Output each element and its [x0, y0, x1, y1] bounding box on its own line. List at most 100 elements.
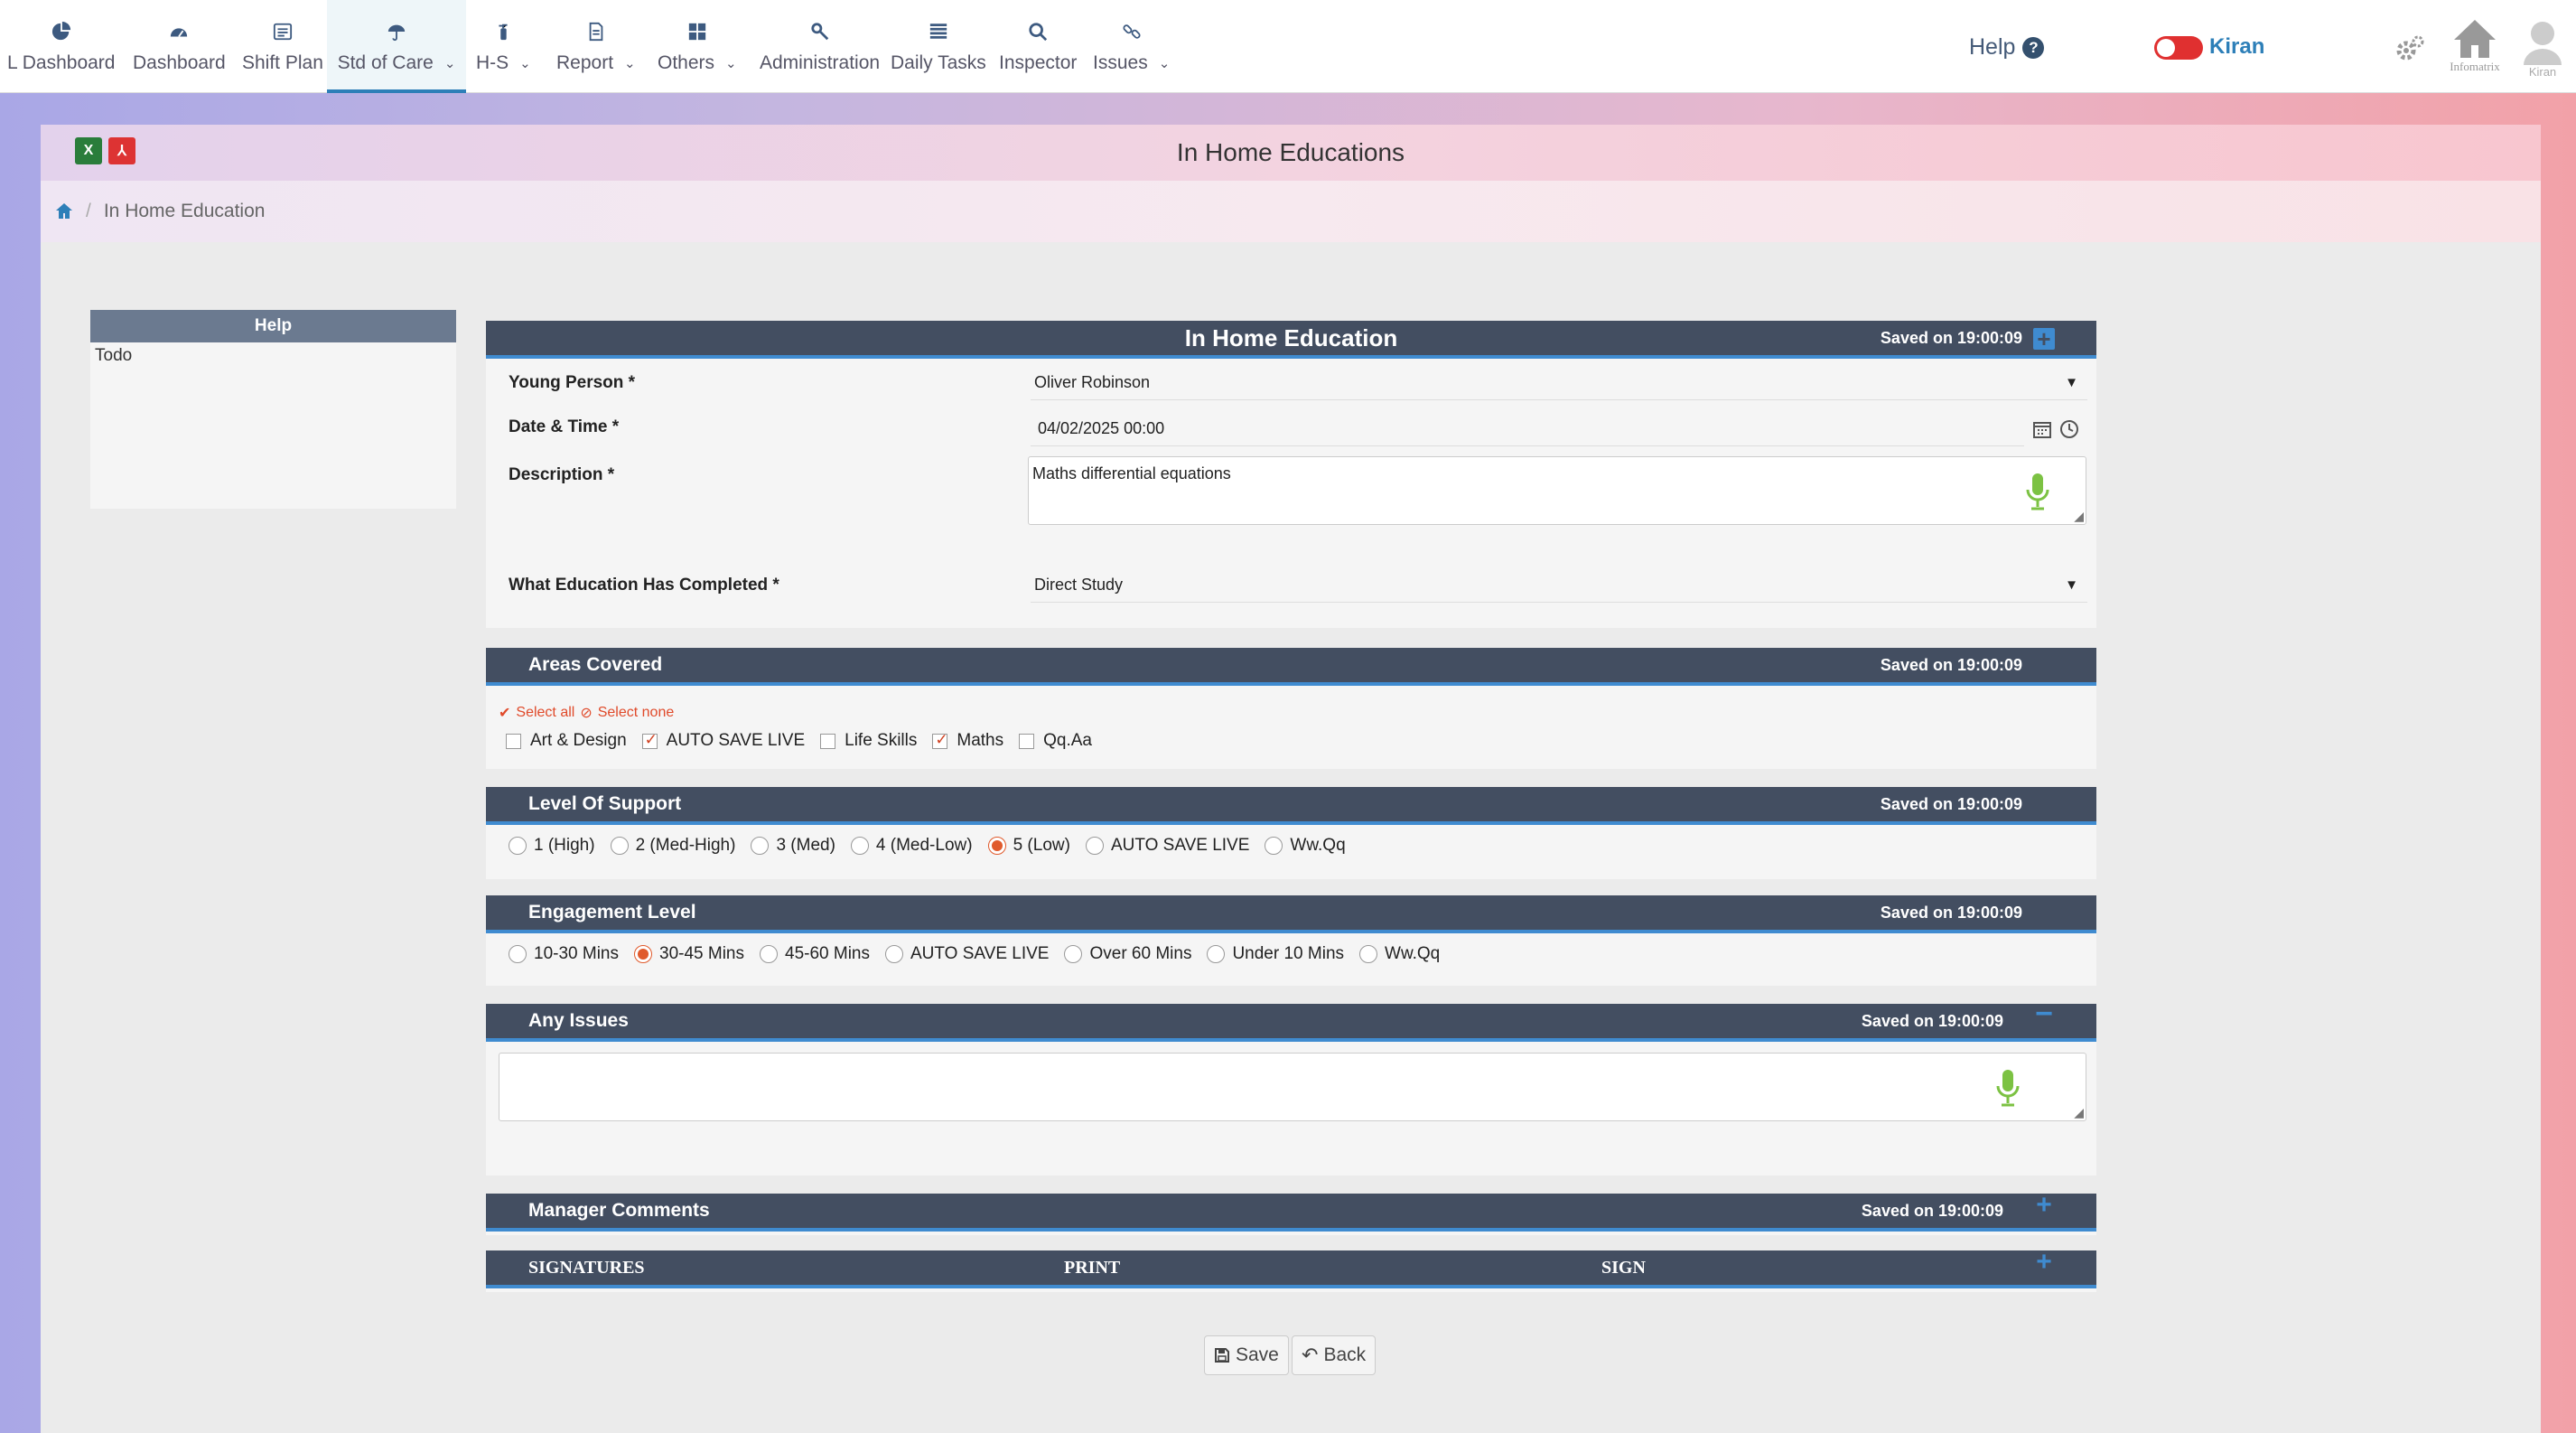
- resize-handle[interactable]: ◢: [2074, 509, 2084, 524]
- manager-comments-section: Manager Comments Saved on 19:00:09 +: [486, 1192, 2096, 1235]
- plus-icon[interactable]: +: [2033, 1249, 2055, 1276]
- select-none-link[interactable]: Select none: [598, 705, 675, 721]
- clock-icon[interactable]: [2059, 419, 2079, 439]
- areas-covered-section: Areas Covered Saved on 19:00:09 ✔ Select …: [486, 648, 2096, 769]
- radio-engagement-45-60[interactable]: 45-60 Mins: [755, 944, 870, 964]
- chevron-down-icon: ⌄: [725, 56, 737, 71]
- radio-engagement-ww-qq[interactable]: Ww.Qq: [1355, 944, 1440, 964]
- save-button[interactable]: Save: [1204, 1335, 1289, 1375]
- select-links: ✔ Select all ⊘ Select none: [499, 704, 674, 722]
- home-icon[interactable]: [55, 202, 73, 220]
- gears-icon[interactable]: [2394, 33, 2426, 65]
- umbrella-icon: [387, 22, 406, 42]
- radio-engagement-auto-save[interactable]: AUTO SAVE LIVE: [881, 944, 1049, 964]
- speedometer-icon: [169, 22, 189, 42]
- checkbox-qq-aa[interactable]: Qq.Aa: [1014, 731, 1092, 751]
- nav-others[interactable]: Others ⌄: [658, 0, 737, 93]
- section-header: Engagement Level Saved on 19:00:09: [486, 895, 2096, 933]
- signatures-column: SIGNATURES: [528, 1257, 645, 1278]
- radio-support-5[interactable]: 5 (Low): [984, 836, 1070, 856]
- chevron-down-icon: ⌄: [624, 56, 636, 71]
- nav-shift-plan[interactable]: Shift Plan: [242, 0, 323, 93]
- nav-issues[interactable]: Issues ⌄: [1093, 0, 1170, 93]
- excel-export-icon[interactable]: X: [75, 137, 102, 164]
- calendar-icon[interactable]: [2032, 419, 2052, 439]
- user-name[interactable]: Kiran: [2209, 34, 2264, 60]
- ban-icon: ⊘: [580, 706, 593, 721]
- checkbox-life-skills[interactable]: Life Skills: [816, 731, 917, 751]
- plus-square-icon[interactable]: +: [2033, 327, 2055, 351]
- select-all-link[interactable]: Select all: [516, 705, 574, 721]
- saved-status: Saved on 19:00:09: [1880, 794, 2022, 813]
- checkbox-auto-save-live[interactable]: AUTO SAVE LIVE: [638, 731, 805, 751]
- top-navbar: L Dashboard Dashboard Shift Plan Std of …: [0, 0, 2576, 93]
- checkbox-maths[interactable]: Maths: [928, 731, 1003, 751]
- nav-report[interactable]: Report ⌄: [556, 0, 636, 93]
- young-person-row: Young Person * Oliver Robinson ▼: [486, 362, 2096, 406]
- section-header: Level Of Support Saved on 19:00:09: [486, 787, 2096, 825]
- help-panel: Help Todo: [90, 310, 456, 509]
- radio-support-3[interactable]: 3 (Med): [746, 836, 835, 856]
- description-label: Description *: [509, 465, 615, 484]
- nav-h-s[interactable]: H-S ⌄: [476, 0, 531, 93]
- radio-engagement-under-10[interactable]: Under 10 Mins: [1202, 944, 1344, 964]
- wrench-icon: [810, 22, 830, 42]
- chevron-down-icon: ⌄: [519, 56, 531, 71]
- checkbox-art-design[interactable]: Art & Design: [501, 731, 627, 751]
- nav-inspector[interactable]: Inspector: [999, 0, 1077, 93]
- microphone-icon[interactable]: [2024, 472, 2051, 511]
- resize-handle[interactable]: ◢: [2074, 1105, 2084, 1120]
- magnifier-icon: [1028, 22, 1048, 42]
- dropdown-arrow-icon: ▼: [2065, 375, 2078, 390]
- radio-support-2[interactable]: 2 (Med-High): [606, 836, 735, 856]
- section-header: Manager Comments Saved on 19:00:09 +: [486, 1192, 2096, 1232]
- question-circle-icon: ?: [2022, 36, 2045, 59]
- level-of-support-section: Level Of Support Saved on 19:00:09 1 (Hi…: [486, 787, 2096, 879]
- issues-textarea[interactable]: ◢: [499, 1053, 2086, 1121]
- help-panel-body: Todo: [95, 346, 133, 365]
- young-person-select[interactable]: Oliver Robinson ▼: [1031, 366, 2087, 400]
- tasks-list-icon: [929, 22, 948, 42]
- radio-engagement-30-45[interactable]: 30-45 Mins: [630, 944, 744, 964]
- nav-administration[interactable]: Administration: [760, 0, 880, 93]
- nav-std-of-care[interactable]: Std of Care ⌄: [327, 0, 466, 93]
- any-issues-section: Any Issues Saved on 19:00:09 − ◢: [486, 998, 2096, 1175]
- chevron-down-icon: ⌄: [443, 56, 456, 71]
- help-link[interactable]: Help?: [1969, 34, 2045, 61]
- radio-support-4[interactable]: 4 (Med-Low): [846, 836, 973, 856]
- live-toggle[interactable]: [2154, 36, 2203, 60]
- radio-support-1[interactable]: 1 (High): [504, 836, 595, 856]
- minus-icon[interactable]: −: [2033, 998, 2055, 1029]
- young-person-label: Young Person *: [509, 373, 636, 392]
- back-button[interactable]: ↶ Back: [1292, 1335, 1377, 1375]
- nav-dashboard[interactable]: Dashboard: [133, 0, 226, 93]
- chevron-down-icon: ⌄: [1158, 56, 1171, 71]
- education-select[interactable]: Direct Study ▼: [1031, 568, 2087, 603]
- signatures-header: SIGNATURES PRINT SIGN +: [486, 1249, 2096, 1288]
- check-icon: ✔: [499, 706, 511, 721]
- reply-arrow-icon: ↶: [1302, 1344, 1319, 1366]
- nav-daily-tasks[interactable]: Daily Tasks: [891, 0, 986, 93]
- pdf-export-icon[interactable]: ⅄: [108, 137, 135, 164]
- radio-support-auto-save[interactable]: AUTO SAVE LIVE: [1081, 836, 1249, 856]
- nav-l-dashboard[interactable]: L Dashboard: [7, 0, 115, 93]
- home-button[interactable]: Infomatrix: [2443, 18, 2506, 81]
- link-icon: [1122, 22, 1142, 42]
- datetime-input[interactable]: 04/02/2025 00:00: [1031, 412, 2024, 446]
- saved-status: Saved on 19:00:09: [1861, 1011, 2003, 1030]
- radio-engagement-over-60[interactable]: Over 60 Mins: [1059, 944, 1191, 964]
- plus-icon[interactable]: +: [2033, 1192, 2055, 1219]
- grid-icon: [687, 22, 707, 42]
- radio-engagement-10-30[interactable]: 10-30 Mins: [504, 944, 619, 964]
- section-title: Engagement Level: [528, 902, 696, 923]
- microphone-icon[interactable]: [1994, 1068, 2021, 1108]
- avatar[interactable]: Kiran: [2520, 20, 2565, 85]
- page-title: In Home Educations: [1176, 138, 1405, 166]
- calendar-list-icon: [273, 22, 293, 42]
- radio-support-ww-qq[interactable]: Ww.Qq: [1260, 836, 1346, 856]
- pie-chart-icon: [51, 22, 71, 42]
- breadcrumb-current: In Home Education: [103, 201, 266, 221]
- datetime-label: Date & Time *: [509, 417, 620, 436]
- description-textarea[interactable]: Maths differential equations ◢: [1028, 456, 2086, 525]
- saved-status: Saved on 19:00:09: [1880, 328, 2022, 347]
